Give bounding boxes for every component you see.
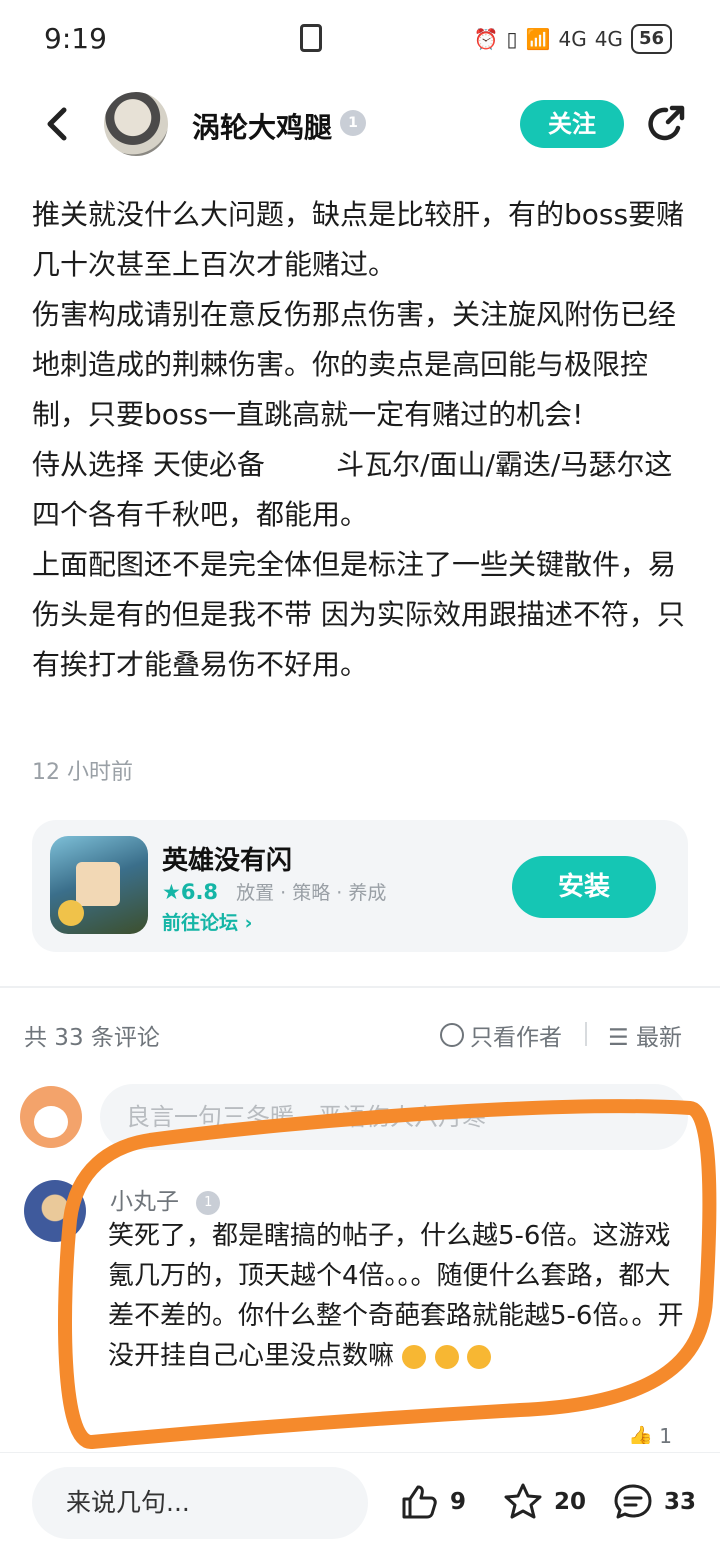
follow-button[interactable]: 关注: [520, 100, 624, 148]
wifi-icon: 📶: [525, 27, 551, 51]
status-icons: ⏰ ▯ 📶 4G 4G 56: [474, 24, 672, 54]
commenter-avatar[interactable]: [24, 1180, 86, 1242]
comment-like-button[interactable]: 👍 1: [628, 1424, 672, 1444]
status-bar: 9:19 ⏰ ▯ 📶 4G 4G 56: [0, 0, 720, 80]
reply-input[interactable]: 来说几句...: [32, 1467, 368, 1539]
sort-label[interactable]: 最新: [636, 1025, 682, 1051]
game-card[interactable]: 英雄没有闪 ★6.8 放置 · 策略 · 养成 前往论坛 › 安装: [32, 820, 688, 952]
author-only-toggle[interactable]: 只看作者: [440, 1018, 562, 1052]
radio-icon[interactable]: [440, 1023, 464, 1047]
thumbs-up-icon[interactable]: 👍: [628, 1424, 653, 1444]
install-button[interactable]: 安装: [512, 856, 656, 918]
share-icon[interactable]: [644, 102, 688, 146]
my-avatar: [20, 1086, 82, 1148]
comment-input[interactable]: 良言一句三冬暖，恶语伤人六月寒: [100, 1084, 688, 1150]
thumbs-up-icon[interactable]: [398, 1481, 440, 1523]
game-meta: ★6.8 放置 · 策略 · 养成: [162, 878, 386, 905]
section-divider: [0, 986, 720, 988]
star-icon[interactable]: [502, 1481, 544, 1523]
coin-icon: [58, 900, 84, 926]
commenter-name-text[interactable]: 小丸子: [110, 1189, 179, 1215]
comment-like-count: 1: [659, 1424, 672, 1444]
grin-emoji-icon: [402, 1344, 427, 1369]
like-count: 9: [450, 1489, 467, 1515]
vibrate-icon: ▯: [506, 27, 518, 51]
game-tags: 放置 · 策略 · 养成: [236, 882, 387, 904]
forum-link[interactable]: 前往论坛 ›: [162, 908, 252, 935]
favorite-count: 20: [554, 1489, 587, 1515]
author-only-label[interactable]: 只看作者: [470, 1018, 562, 1052]
bottom-action-bar: 来说几句... 9 20 33: [0, 1452, 720, 1561]
level-badge-icon: 1: [340, 110, 366, 136]
alarm-icon: ⏰: [473, 27, 499, 51]
post-timestamp: 12 小时前: [32, 760, 133, 785]
grin-emoji-icon: [434, 1344, 459, 1369]
game-rating: ★6.8: [162, 880, 219, 904]
post-paragraph: 推关就没什么大问题，缺点是比较肝，有的boss要赌几十次甚至上百次才能赌过。: [32, 198, 685, 281]
post-paragraph: 伤害构成请别在意反伤那点伤害，关注旋风附伤已经地刺造成的荆棘伤害。你的卖点是高回…: [32, 298, 677, 431]
post-paragraph: 侍从选择 天使必备 斗瓦尔/面山/霸迭/马瑟尔这四个各有千秋吧，都能用。: [32, 448, 673, 531]
author-name-text[interactable]: 涡轮大鸡腿: [192, 111, 332, 144]
signal-2-label: 4G: [594, 27, 623, 51]
nfc-icon: [300, 24, 322, 52]
comment-total-count: 33: [664, 1489, 697, 1515]
game-character-icon: [76, 862, 120, 906]
filter-separator: [585, 1022, 587, 1046]
post-body: 推关就没什么大问题，缺点是比较肝，有的boss要赌几十次甚至上百次才能赌过。 伤…: [32, 150, 692, 690]
signal-1-label: 4G: [558, 27, 587, 51]
comment-body: 笑死了，都是瞎搞的帖子，什么越5-6倍。这游戏氪几万的，顶天越个4倍。。。随便什…: [108, 1221, 684, 1371]
game-name[interactable]: 英雄没有闪: [162, 840, 292, 877]
sort-button[interactable]: ☰ 最新: [608, 1018, 682, 1052]
author-avatar[interactable]: [104, 92, 168, 156]
battery-icon: 56: [630, 24, 672, 54]
sort-list-icon[interactable]: ☰: [608, 1025, 629, 1051]
comment-count: 共 33 条评论: [24, 1025, 160, 1051]
comment-text: 笑死了，都是瞎搞的帖子，什么越5-6倍。这游戏氪几万的，顶天越个4倍。。。随便什…: [108, 1216, 692, 1376]
favorite-button[interactable]: 20: [502, 1481, 586, 1523]
like-button[interactable]: 9: [398, 1481, 466, 1523]
author-name[interactable]: 涡轮大鸡腿 1: [192, 106, 366, 146]
comment-bubble-icon[interactable]: [612, 1481, 654, 1523]
comment-button[interactable]: 33: [612, 1481, 696, 1523]
game-app-icon[interactable]: [50, 836, 148, 934]
back-icon[interactable]: [34, 100, 82, 148]
status-time: 9:19: [44, 22, 107, 55]
level-badge-icon: 1: [196, 1190, 221, 1215]
commenter-name[interactable]: 小丸子 1: [110, 1182, 221, 1216]
post-paragraph: 上面配图还不是完全体但是标注了一些关键散件，易伤头是有的但是我不带 因为实际效用…: [32, 548, 685, 681]
grin-emoji-icon: [466, 1344, 491, 1369]
